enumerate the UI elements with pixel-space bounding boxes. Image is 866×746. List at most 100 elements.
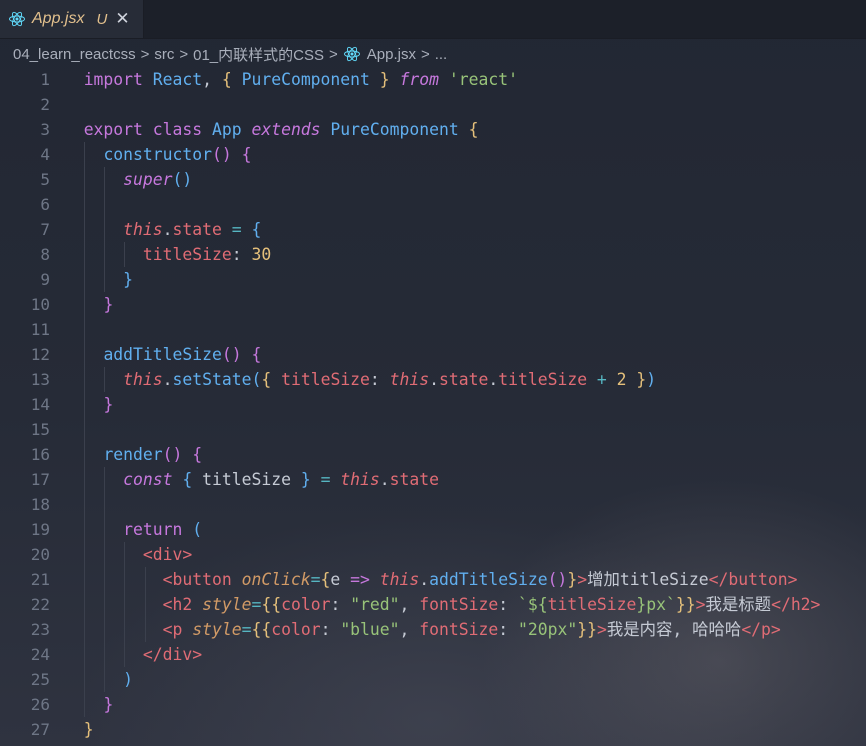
code-text: <h2 style={{color: "red", fontSize: `${t…: [84, 592, 821, 617]
code-token: "blue": [340, 620, 400, 639]
breadcrumb-folder-inline-css[interactable]: 01_内联样式的CSS: [193, 44, 324, 65]
code-token: {: [182, 470, 193, 489]
code-line[interactable]: 22 <h2 style={{color: "red", fontSize: `…: [0, 592, 866, 617]
indent-guide: [104, 192, 105, 217]
code-line[interactable]: 16 render() {: [0, 442, 866, 467]
code-token: extends: [251, 120, 331, 139]
indent-guide: [83, 417, 85, 442]
code-line[interactable]: 21 <button onClick={e => this.addTitleSi…: [0, 567, 866, 592]
code-token: .: [162, 370, 173, 389]
line-number: 27: [30, 720, 50, 739]
breadcrumb-folder-src[interactable]: src: [154, 46, 174, 63]
code-token: state: [172, 220, 222, 239]
code-line[interactable]: 25 ): [0, 667, 866, 692]
code-token: </h2>: [771, 595, 821, 614]
code-line[interactable]: 5 super(): [0, 167, 866, 192]
code-line[interactable]: 26 }: [0, 692, 866, 717]
code-token: {{: [251, 620, 272, 639]
breadcrumb-folder-project[interactable]: 04_learn_reactcss: [13, 46, 136, 63]
code-token: constructor: [103, 145, 212, 164]
code-token: style: [202, 595, 252, 614]
code-token: </div>: [142, 645, 203, 664]
code-line[interactable]: 10 }: [0, 292, 866, 317]
code-token: ,: [399, 595, 420, 614]
code-text: }: [84, 717, 94, 742]
line-number: 16: [30, 445, 50, 464]
code-line[interactable]: 2: [0, 92, 866, 117]
code-token: ): [646, 370, 657, 389]
code-line[interactable]: 1 import React, { PureComponent } from 'r…: [0, 67, 866, 92]
code-token: PureComponent: [330, 120, 469, 139]
breadcrumb-symbol-more[interactable]: ...: [435, 46, 448, 63]
code-token: {: [251, 220, 262, 239]
code-line[interactable]: 11: [0, 317, 866, 342]
code-line[interactable]: 4 constructor() {: [0, 142, 866, 167]
code-token: <button: [162, 570, 242, 589]
code-token: super: [123, 170, 173, 189]
code-line[interactable]: 9 }: [0, 267, 866, 292]
code-token: ): [123, 670, 134, 689]
code-token: state: [389, 470, 440, 489]
code-line[interactable]: 3 export class App extends PureComponent …: [0, 117, 866, 142]
code-line[interactable]: 6: [0, 192, 866, 217]
code-text: this.setState({ titleSize: this.state.ti…: [84, 367, 656, 392]
code-text: super(): [84, 167, 192, 192]
code-token: render: [103, 445, 163, 464]
code-token: this: [123, 370, 163, 389]
react-icon: [343, 46, 360, 62]
line-number: 23: [30, 620, 50, 639]
line-number: 6: [40, 195, 50, 214]
code-token: (): [221, 345, 242, 364]
code-token: class: [152, 120, 212, 139]
line-number: 11: [30, 320, 50, 339]
code-line[interactable]: 15: [0, 417, 866, 442]
code-line[interactable]: 7 this.state = {: [0, 217, 866, 242]
code-token: :: [498, 620, 518, 639]
tab-app-jsx[interactable]: App.jsx U ✕: [0, 0, 144, 38]
code-line[interactable]: 27}: [0, 717, 866, 742]
code-line[interactable]: 17 const { titleSize } = this.state: [0, 467, 866, 492]
code-text: }: [84, 267, 133, 292]
code-line[interactable]: 20 <div>: [0, 542, 866, 567]
code-token: titleSize: [192, 470, 301, 489]
code-token: 2: [616, 370, 627, 389]
code-line[interactable]: 18: [0, 492, 866, 517]
code-line[interactable]: 23 <p style={{color: "blue", fontSize: "…: [0, 617, 866, 642]
code-line[interactable]: 13 this.setState({ titleSize: this.state…: [0, 367, 866, 392]
code-line[interactable]: 8 titleSize: 30: [0, 242, 866, 267]
code-token: PureComponent: [241, 70, 370, 89]
code-token: this: [389, 370, 430, 389]
code-line[interactable]: 19 return (: [0, 517, 866, 542]
code-text: this.state = {: [84, 217, 262, 242]
code-token: style: [192, 620, 242, 639]
breadcrumb: 04_learn_reactcss > src > 01_内联样式的CSS > …: [0, 39, 866, 69]
breadcrumb-file[interactable]: App.jsx: [343, 45, 416, 63]
line-number: 9: [40, 270, 50, 289]
code-token: {: [241, 145, 252, 164]
code-token: (): [162, 445, 183, 464]
code-token: :: [320, 620, 341, 639]
code-token: const: [123, 470, 183, 489]
code-token: </p>: [741, 620, 781, 639]
code-token: addTitleSize: [429, 570, 548, 589]
code-token: onClick: [241, 570, 311, 589]
code-line[interactable]: 24 </div>: [0, 642, 866, 667]
line-number: 3: [40, 120, 50, 139]
close-icon[interactable]: ✕: [115, 9, 129, 29]
code-token: ,: [399, 620, 420, 639]
code-line[interactable]: 12 addTitleSize() {: [0, 342, 866, 367]
code-line[interactable]: 14 }: [0, 392, 866, 417]
indent-guide: [83, 492, 85, 517]
tab-bar: App.jsx U ✕: [0, 0, 866, 39]
code-text: <div>: [84, 542, 192, 567]
